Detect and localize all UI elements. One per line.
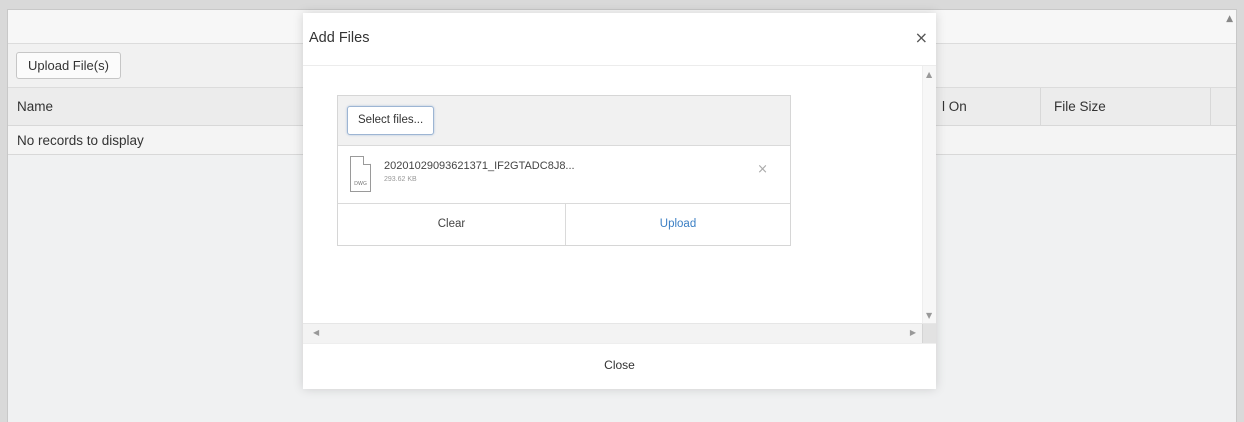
column-header-file-size[interactable]: File Size xyxy=(1040,88,1210,126)
scrollbar-corner xyxy=(922,324,936,343)
dialog-footer: Close xyxy=(303,343,936,389)
scroll-up-icon[interactable]: ▲ xyxy=(1226,14,1233,24)
column-header-name[interactable]: Name xyxy=(17,88,53,126)
dialog-title: Add Files xyxy=(309,30,370,46)
select-files-button[interactable]: Select files... xyxy=(347,106,435,135)
scroll-down-arrow-icon[interactable]: ▼ xyxy=(926,311,932,320)
file-extension-label: DWG xyxy=(354,181,367,187)
horizontal-scrollbar[interactable]: ◀ ▶ xyxy=(303,323,936,343)
file-list-item: DWG 20201029093621371_IF2GTADC8J8... 293… xyxy=(338,146,790,204)
remove-file-icon[interactable]: × xyxy=(757,162,768,177)
close-button[interactable]: Close xyxy=(596,356,643,374)
file-upload-widget: Select files... DWG 20201029093621371_IF… xyxy=(337,95,791,246)
upload-widget-toolbar: Select files... xyxy=(338,96,790,146)
scroll-right-arrow-icon[interactable]: ▶ xyxy=(910,328,916,337)
add-files-dialog: Add Files × Select files... DWG 20201029… xyxy=(303,13,936,389)
file-size: 293.62 KB xyxy=(384,176,417,183)
close-icon[interactable]: × xyxy=(915,28,928,47)
file-name: 20201029093621371_IF2GTADC8J8... xyxy=(384,160,575,172)
upload-button[interactable]: Upload xyxy=(566,204,790,245)
scroll-up-arrow-icon[interactable]: ▲ xyxy=(926,70,932,79)
column-header-uploaded-on[interactable]: l On xyxy=(938,88,967,126)
dialog-header: Add Files × xyxy=(303,13,936,65)
file-icon-fold xyxy=(363,156,371,165)
scroll-left-arrow-icon[interactable]: ◀ xyxy=(313,328,319,337)
dialog-body: Select files... DWG 20201029093621371_IF… xyxy=(303,65,936,343)
upload-actions: Clear Upload xyxy=(338,203,790,245)
vertical-scrollbar[interactable]: ▲ ▼ xyxy=(922,66,936,324)
column-header-spacer xyxy=(1210,88,1228,126)
upload-files-button[interactable]: Upload File(s) xyxy=(16,52,121,79)
clear-button[interactable]: Clear xyxy=(338,204,566,245)
